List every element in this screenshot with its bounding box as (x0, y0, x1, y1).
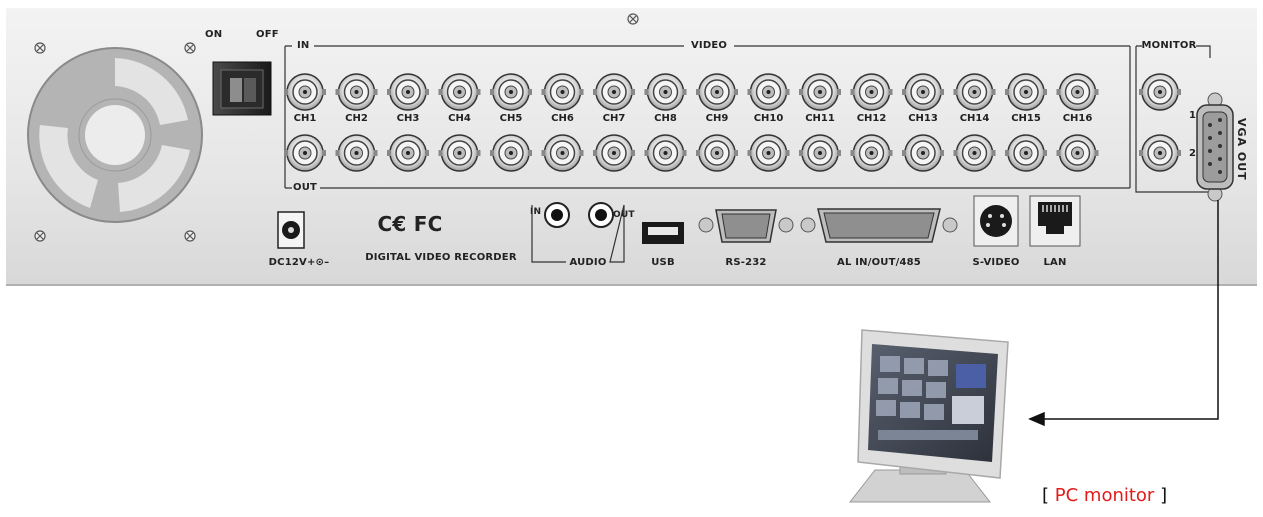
audio-ports (531, 202, 625, 263)
audio-in-label: IN (530, 207, 542, 217)
channel-label-15: CH15 (1011, 113, 1041, 124)
monitor-title: MONITOR (1141, 40, 1197, 51)
usb-label: USB (651, 257, 675, 268)
video-in-bnc-3 (387, 73, 429, 111)
usb-port (642, 222, 684, 244)
video-out-bnc-13 (902, 134, 944, 172)
certification-marks: C€ FC (377, 212, 443, 236)
channel-label-16: CH16 (1062, 113, 1093, 124)
switch-off-label: OFF (256, 29, 279, 40)
audio-label: AUDIO (569, 257, 607, 268)
channel-label-7: CH7 (602, 113, 626, 124)
fan-grille (27, 47, 203, 223)
channel-label-4: CH4 (448, 113, 471, 124)
video-in-bnc-8 (644, 73, 687, 111)
video-in-bnc-9 (696, 73, 738, 111)
video-out-bnc-6 (541, 134, 584, 172)
channel-label-9: CH9 (705, 113, 729, 124)
video-in-bnc-11 (799, 73, 841, 111)
vga-out-port (1196, 92, 1234, 202)
channel-label-1: CH1 (293, 113, 317, 124)
channel-label-10: CH10 (753, 113, 784, 124)
video-out-bnc-8 (644, 134, 687, 172)
monitor-bnc-1 (1139, 73, 1181, 111)
channel-label-8: CH8 (654, 113, 677, 124)
video-in-bnc-13 (902, 73, 944, 111)
video-in-bnc-2 (335, 73, 378, 111)
video-in-bnc-5 (490, 73, 532, 111)
video-in-bnc-7 (593, 73, 635, 111)
video-in-bnc-1 (284, 73, 326, 111)
channel-label-6: CH6 (551, 113, 574, 124)
dc-power-jack (277, 211, 305, 249)
video-in-bnc-4 (438, 73, 481, 111)
channel-label-3: CH3 (396, 113, 420, 124)
video-out-bnc-16 (1056, 134, 1099, 172)
rs232-label: RS-232 (725, 257, 767, 268)
video-out-bnc-4 (438, 134, 481, 172)
video-out-bnc-5 (490, 134, 532, 172)
diagram-artwork (27, 13, 1234, 503)
monitor-port-1-label: 1 (1189, 110, 1197, 121)
rs232-port (698, 209, 794, 243)
video-out-bnc-10 (747, 134, 790, 172)
product-name: DIGITAL VIDEO RECORDER (365, 252, 517, 263)
channel-label-5: CH5 (499, 113, 523, 124)
monitor-port-2-label: 2 (1189, 148, 1197, 159)
power-label: DC12V+⊙– (268, 257, 330, 268)
power-switch[interactable] (212, 61, 272, 116)
pc-monitor-caption: [ PC monitor ] (1042, 485, 1167, 506)
channel-label-13: CH13 (908, 113, 938, 124)
video-out-bnc-3 (387, 134, 429, 172)
video-out-bnc-12 (850, 134, 893, 172)
audio-out-label: OUT (613, 210, 635, 220)
alarm-label: AL IN/OUT/485 (837, 257, 921, 268)
channel-label-12: CH12 (856, 113, 887, 124)
video-out-bnc-7 (593, 134, 635, 172)
video-in-bnc-16 (1056, 73, 1099, 111)
channel-label-14: CH14 (959, 113, 990, 124)
video-in-bnc-12 (850, 73, 893, 111)
s-video-label: S-VIDEO (972, 257, 1020, 268)
video-out-bnc-1 (284, 134, 326, 172)
channel-label-2: CH2 (345, 113, 368, 124)
video-in-bnc-14 (953, 73, 996, 111)
caption-close-bracket: ] (1160, 485, 1168, 506)
lan-label: LAN (1043, 257, 1067, 268)
channel-label-11: CH11 (805, 113, 835, 124)
alarm-io-485-port (800, 208, 958, 243)
vga-out-label: VGA OUT (1235, 118, 1248, 181)
monitor-bnc-2 (1139, 134, 1181, 172)
pc-monitor-illustration (848, 329, 1009, 503)
caption-text: PC monitor (1054, 485, 1155, 506)
video-out-bnc-9 (696, 134, 738, 172)
video-in-label: IN (297, 40, 310, 51)
video-in-bnc-10 (747, 73, 790, 111)
video-out-bnc-2 (335, 134, 378, 172)
video-out-label: OUT (293, 182, 318, 193)
lan-port (1029, 195, 1081, 247)
s-video-port (973, 195, 1019, 247)
video-out-bnc-11 (799, 134, 841, 172)
switch-on-label: ON (205, 29, 223, 40)
caption-open-bracket: [ (1042, 485, 1050, 506)
video-title: VIDEO (690, 40, 728, 51)
video-in-bnc-15 (1005, 73, 1047, 111)
video-out-bnc-15 (1005, 134, 1047, 172)
video-in-bnc-6 (541, 73, 584, 111)
video-out-bnc-14 (953, 134, 996, 172)
